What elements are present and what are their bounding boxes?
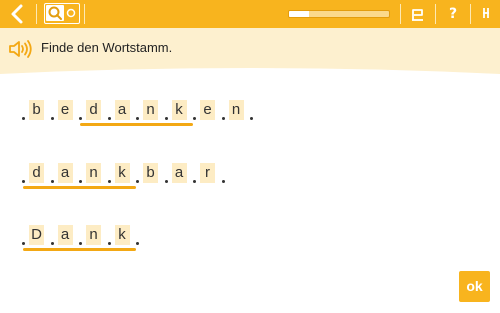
gap-dot[interactable] [50,180,54,183]
gap-dot[interactable] [136,180,139,183]
gap-dot[interactable] [107,180,111,183]
speaker-button[interactable] [8,38,34,60]
instruction-text: Finde den Wortstamm. [41,40,173,55]
letter: D [31,226,42,243]
gap-dot[interactable] [107,117,111,120]
letter: a [174,164,184,181]
gap-dot[interactable] [79,242,82,245]
stem-underline [23,186,136,189]
gap-dot[interactable] [193,180,196,183]
letter: n [146,101,155,118]
letter: k [175,101,183,118]
letter: n [89,226,98,243]
gap-dot[interactable] [50,242,54,245]
letter: b [32,101,41,118]
letter: e [203,101,212,118]
band-wave-edge [0,58,500,78]
gap-dot[interactable] [164,117,168,120]
letter: r [205,164,210,181]
gap-dot[interactable] [221,180,225,183]
menu-button[interactable] [477,4,497,24]
letter: a [60,164,70,181]
letter: e [60,101,70,118]
mode-toggle-button[interactable] [44,3,80,24]
gap-dot[interactable] [164,180,168,183]
letter: k [118,226,126,243]
gap-dot[interactable] [50,117,54,120]
report-flag-button[interactable] [408,4,428,24]
top-toolbar: ? [0,0,500,28]
stem-underline [23,248,136,251]
gap-dot[interactable] [79,180,82,183]
stem-underline [80,123,193,126]
gap-dot[interactable] [136,242,139,245]
word-row: Da n k [0,225,500,265]
letter: b [146,164,155,181]
letter: n [231,101,241,118]
letter: k [118,164,126,181]
gap-dot[interactable] [221,117,225,120]
toolbar-divider [84,4,85,24]
toolbar-divider [36,4,37,24]
help-button[interactable]: ? [443,4,463,24]
toolbar-divider [470,4,471,24]
progress-fill [289,11,309,17]
letter: d [32,164,41,181]
toolbar-divider [400,4,401,24]
gap-dot[interactable] [250,117,253,120]
gap-dot[interactable] [107,242,111,245]
back-button[interactable] [8,3,28,25]
letter: a [60,226,70,243]
word-row: bedanken [0,100,500,140]
progress-bar [288,10,390,18]
speaker-icon [9,40,32,58]
word-row: dankbar [0,163,500,203]
gap-dot[interactable] [136,117,139,120]
magnifier-switch-icon [46,5,76,21]
gap-dot[interactable] [22,117,25,120]
ok-button[interactable]: ok [459,271,490,302]
letter: d [89,101,98,118]
gap-dot[interactable] [22,180,25,183]
letter: n [89,164,98,181]
gap-dot[interactable] [79,117,82,120]
flag-icon [412,9,423,21]
gap-dot[interactable] [22,242,25,245]
gap-dot[interactable] [193,117,196,120]
chevron-left-icon [11,4,23,24]
letter: a [117,101,127,118]
toolbar-divider [435,4,436,24]
menu-icon [483,8,489,18]
